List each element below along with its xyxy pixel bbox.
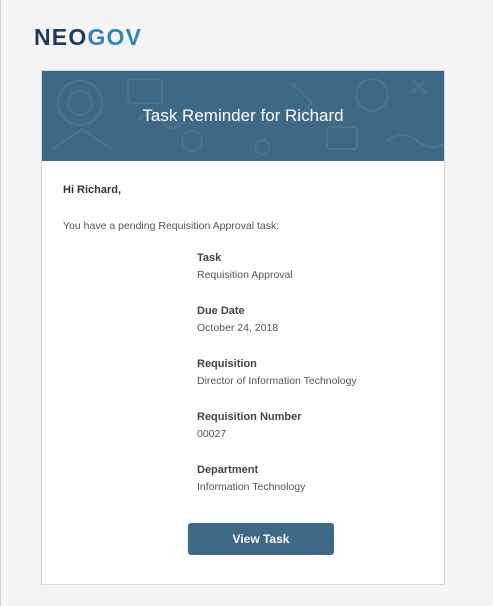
field-requisition: Requisition Director of Information Tech… [197,357,437,388]
neogov-logo: NEOGOV [34,24,142,50]
field-department-label: Department [197,464,259,476]
field-requisition-number-value: 00027 [197,428,227,440]
field-due-date-label: Due Date [197,305,245,317]
field-requisition-value: Director of Information Technology [197,375,357,387]
field-requisition-number-label: Requisition Number [197,411,302,423]
banner-title: Task Reminder for Richard [142,106,344,125]
field-department: Department Information Technology [197,463,437,494]
window-edge [0,0,1,606]
logo-text-neo: NEO [34,24,88,50]
email-banner: Task Reminder for Richard [42,71,444,161]
field-task-value: Requisition Approval [197,269,293,281]
logo-text-gov: GOV [87,24,143,50]
view-task-button[interactable]: View Task [188,523,334,555]
greeting-text: Hi Richard, [63,184,122,196]
field-task: Task Requisition Approval [197,251,437,282]
email-card: Task Reminder for Richard Hi Richard, Yo… [41,70,445,585]
field-due-date-value: October 24, 2018 [197,322,279,334]
field-requisition-label: Requisition [197,358,257,370]
field-due-date: Due Date October 24, 2018 [197,304,437,335]
field-task-label: Task [197,252,222,264]
field-requisition-number: Requisition Number 00027 [197,410,437,441]
intro-text: You have a pending Requisition Approval … [63,220,280,232]
field-department-value: Information Technology [197,481,306,493]
